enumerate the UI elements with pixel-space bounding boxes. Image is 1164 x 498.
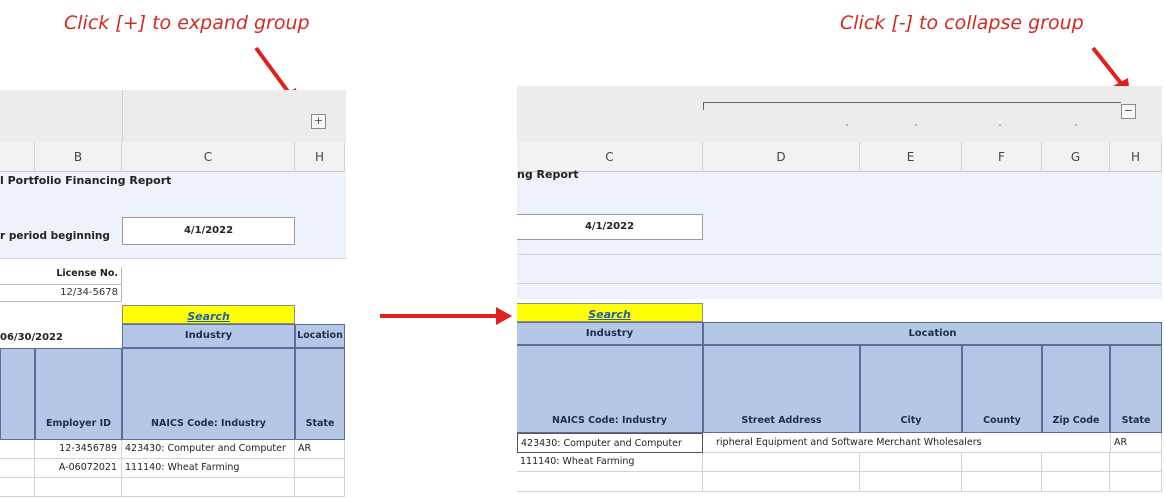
- naics-header: NAICS Code: Industry: [122, 348, 295, 440]
- license-label: License No.: [56, 268, 118, 279]
- state-header: State: [1110, 345, 1162, 433]
- row2-naics[interactable]: 111140: Wheat Farming: [122, 459, 295, 478]
- search-button[interactable]: Search: [517, 303, 703, 322]
- col-header-b[interactable]: B: [35, 142, 122, 172]
- col-header-d[interactable]: D: [703, 142, 860, 172]
- outline-bar: [517, 86, 1162, 142]
- county-header: County: [962, 345, 1042, 433]
- naics-header: NAICS Code: Industry: [517, 345, 703, 433]
- col-header-c[interactable]: C: [122, 142, 295, 172]
- report-title: ng Report: [517, 168, 579, 181]
- col-header-partial: [0, 142, 35, 172]
- row2-naics[interactable]: 111140: Wheat Farming: [517, 453, 703, 472]
- arrow-right-icon: [380, 307, 512, 325]
- industry-group-header: Industry: [122, 324, 295, 348]
- zip-code-header: Zip Code: [1042, 345, 1110, 433]
- row2-state[interactable]: [295, 459, 345, 478]
- left-spreadsheet: + B C H l Portfolio Financing Report r p…: [0, 90, 346, 498]
- col-header-e[interactable]: E: [860, 142, 962, 172]
- period-date-field[interactable]: 4/1/2022: [517, 214, 703, 240]
- outline-bar: [0, 90, 346, 142]
- search-button[interactable]: Search: [122, 305, 295, 324]
- period-date-field[interactable]: 4/1/2022: [122, 217, 295, 245]
- expand-group-button[interactable]: +: [311, 114, 326, 129]
- row1-state[interactable]: AR: [295, 440, 345, 459]
- collapse-group-button[interactable]: −: [1121, 104, 1136, 119]
- period-label: r period beginning: [0, 230, 110, 242]
- row2-state[interactable]: [1110, 453, 1162, 472]
- employer-id-header: Employer ID: [35, 348, 122, 440]
- state-header: State: [295, 348, 345, 440]
- license-value: 12/34-5678: [60, 287, 118, 298]
- location-group-header: Location: [703, 322, 1162, 345]
- search-link[interactable]: Search: [187, 310, 230, 323]
- row2-employer-id[interactable]: A-06072021: [35, 459, 122, 478]
- col-header-f[interactable]: F: [962, 142, 1042, 172]
- right-spreadsheet: − C D E F G H ng Report 4/1/2022 Search …: [517, 86, 1162, 498]
- row1-overflow-text: ripheral Equipment and Software Merchant…: [716, 437, 982, 448]
- row1-naics[interactable]: 423430: Computer and Computer: [122, 440, 295, 459]
- row1-naics[interactable]: 423430: Computer and Computer: [517, 433, 703, 453]
- industry-group-header: Industry: [517, 322, 703, 345]
- search-link[interactable]: Search: [588, 308, 631, 321]
- street-address-header: Street Address: [703, 345, 860, 433]
- row1-state[interactable]: AR: [1110, 433, 1162, 453]
- group-outline-line: [703, 102, 1121, 103]
- col-header-g[interactable]: G: [1042, 142, 1110, 172]
- col-header-h[interactable]: H: [295, 142, 345, 172]
- row1-employer-id[interactable]: 12-3456789: [35, 440, 122, 459]
- location-group-header: Location: [295, 324, 345, 348]
- city-header: City: [860, 345, 962, 433]
- report-title: l Portfolio Financing Report: [0, 174, 172, 187]
- col-header-h[interactable]: H: [1110, 142, 1162, 172]
